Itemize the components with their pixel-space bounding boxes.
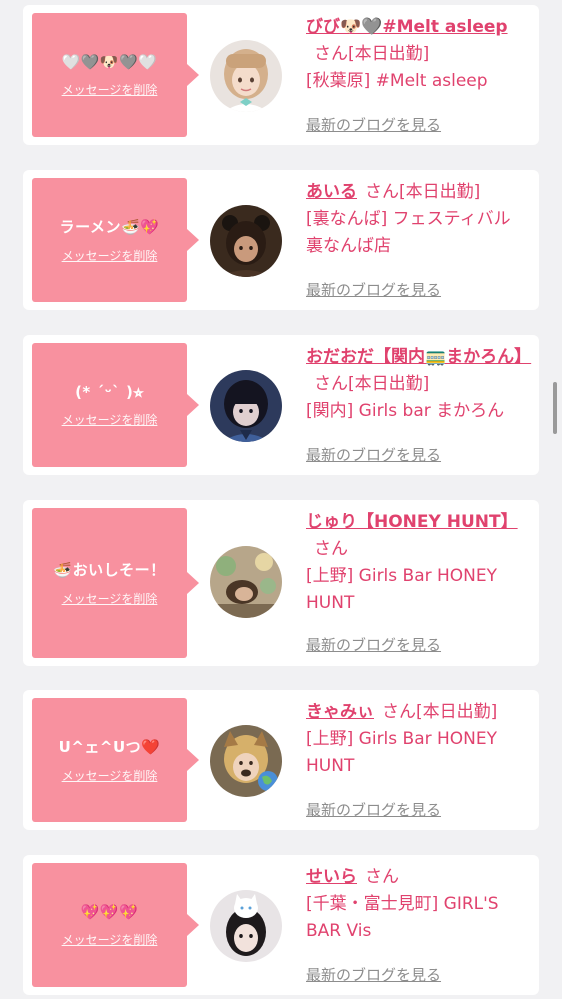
message-text: 💖💖💖	[80, 902, 139, 921]
latest-blog-link[interactable]: 最新のブログを見る	[306, 964, 441, 985]
shop-name: [上野] Girls Bar HONEY HUNT	[306, 729, 498, 776]
message-bubble: (* ´ᵕ` )⭐︎ メッセージを削除	[32, 343, 199, 467]
message-bubble: 🍜おいしそー！ メッセージを削除	[32, 508, 199, 658]
cast-status: さん[本日出勤]	[365, 182, 481, 202]
cast-name-link[interactable]: じゅり【HONEY HUNT】	[306, 512, 518, 532]
cast-name-link[interactable]: きゃみぃ	[306, 702, 374, 722]
delete-message-link[interactable]: メッセージを削除	[62, 81, 158, 98]
latest-blog-link[interactable]: 最新のブログを見る	[306, 279, 441, 300]
message-bubble: ラーメン🍜💖 メッセージを削除	[32, 178, 199, 302]
avatar[interactable]	[210, 546, 282, 618]
message-card: (* ´ᵕ` )⭐︎ メッセージを削除 おだおだ【関内🚃まかろん】さん[本日出勤…	[23, 335, 539, 475]
message-list: 🤍🩶🐶🩶🤍 メッセージを削除 びび🐶🩶#Melt asleepさん[本日出勤] …	[0, 0, 562, 999]
shop-name: [裏なんば] フェスティバル 裏なんば店	[306, 209, 511, 256]
avatar[interactable]	[210, 890, 282, 962]
latest-blog-link[interactable]: 最新のブログを見る	[306, 114, 441, 135]
message-card: U^ェ^Uつ❤️ メッセージを削除 きゃみぃ さん[本日出勤] [上野] Girl…	[23, 690, 539, 830]
message-card: 🍜おいしそー！ メッセージを削除 じゅり【HONEY HUNT】さん [上野] …	[23, 500, 539, 666]
shop-name: [関内] Girls bar まかろん	[306, 401, 505, 421]
delete-message-link[interactable]: メッセージを削除	[62, 411, 158, 428]
delete-message-link[interactable]: メッセージを削除	[62, 931, 158, 948]
cast-status: さん[本日出勤]	[382, 702, 498, 722]
message-card: 💖💖💖 メッセージを削除 せいら さん [千葉・富士見町] GIRL'S BAR …	[23, 855, 539, 995]
latest-blog-link[interactable]: 最新のブログを見る	[306, 444, 441, 465]
cast-status: さん	[365, 867, 399, 887]
shop-name: [千葉・富士見町] GIRL'S BAR Vis	[306, 894, 499, 941]
delete-message-link[interactable]: メッセージを削除	[62, 247, 158, 264]
avatar[interactable]	[210, 205, 282, 277]
message-text: 🍜おいしそー！	[53, 561, 166, 579]
latest-blog-link[interactable]: 最新のブログを見る	[306, 634, 441, 655]
shop-name: [上野] Girls Bar HONEY HUNT	[306, 566, 498, 613]
delete-message-link[interactable]: メッセージを削除	[62, 590, 158, 607]
latest-blog-link[interactable]: 最新のブログを見る	[306, 799, 441, 820]
message-text: U^ェ^Uつ❤️	[58, 738, 161, 756]
message-bubble: 💖💖💖 メッセージを削除	[32, 863, 199, 987]
shop-name: [秋葉原] #Melt asleep	[306, 71, 488, 91]
message-card: 🤍🩶🐶🩶🤍 メッセージを削除 びび🐶🩶#Melt asleepさん[本日出勤] …	[23, 5, 539, 145]
cast-name-link[interactable]: びび🐶🩶#Melt asleep	[306, 17, 508, 37]
avatar[interactable]	[210, 725, 282, 797]
cast-name-link[interactable]: おだおだ【関内🚃まかろん】	[306, 347, 531, 367]
message-bubble: 🤍🩶🐶🩶🤍 メッセージを削除	[32, 13, 199, 137]
scrollbar[interactable]	[553, 382, 557, 434]
delete-message-link[interactable]: メッセージを削除	[62, 767, 158, 784]
message-text: 🤍🩶🐶🩶🤍	[61, 52, 158, 71]
message-text: (* ´ᵕ` )⭐︎	[75, 382, 144, 401]
cast-status: さん	[314, 539, 348, 559]
message-text: ラーメン🍜💖	[59, 218, 160, 236]
avatar[interactable]	[210, 370, 282, 442]
cast-name-link[interactable]: せいら	[306, 867, 357, 887]
avatar[interactable]	[210, 40, 282, 112]
cast-name-link[interactable]: あいる	[306, 182, 357, 202]
message-bubble: U^ェ^Uつ❤️ メッセージを削除	[32, 698, 199, 822]
message-card: ラーメン🍜💖 メッセージを削除 あいる さん[本日出勤] [裏なんば] フェスティ…	[23, 170, 539, 310]
cast-status: さん[本日出勤]	[314, 44, 430, 64]
cast-status: さん[本日出勤]	[314, 374, 430, 394]
